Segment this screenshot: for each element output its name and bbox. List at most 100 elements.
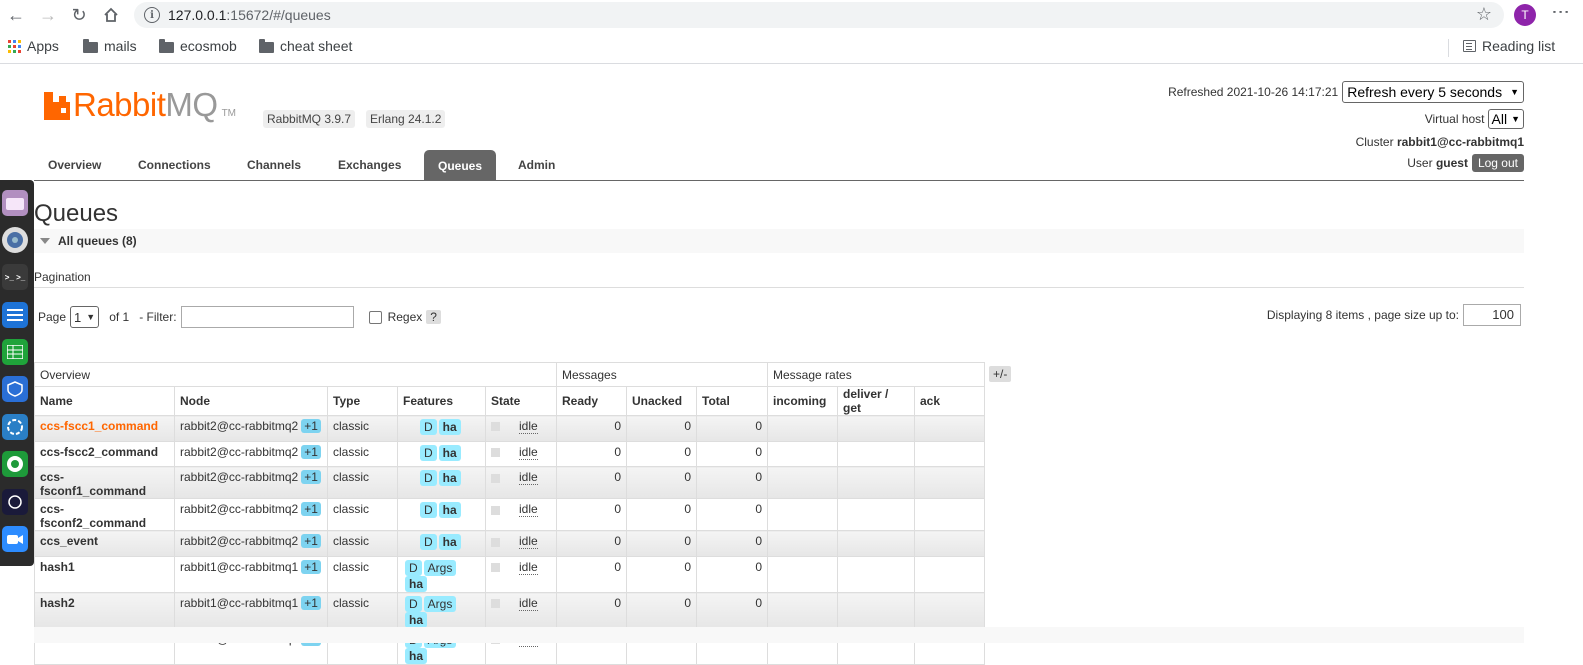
page-select[interactable]: 1 ▼	[70, 306, 100, 328]
home-icon[interactable]	[99, 3, 123, 27]
bookmark-star-icon[interactable]: ☆	[1476, 4, 1492, 25]
features-cell: Dha	[397, 415, 486, 442]
browser-menu-icon[interactable]: ⋮	[1550, 3, 1572, 18]
regex-label: Regex	[387, 310, 423, 324]
queue-name-link[interactable]: ccs-fsconf2_command	[40, 502, 146, 530]
vhost-select[interactable]: All ▼	[1487, 109, 1524, 129]
features-cell: Dha	[397, 466, 486, 500]
refresh-interval-select[interactable]: Refresh every 5 seconds ▼	[1342, 81, 1524, 103]
state-indicator-icon	[491, 505, 500, 515]
col-deliver-get[interactable]: deliver / get	[837, 386, 915, 416]
pagination-label: Pagination	[34, 270, 91, 284]
column-toggle-button[interactable]: +/-	[989, 366, 1012, 382]
col-ack[interactable]: ack	[914, 386, 985, 416]
state-cell: idle	[485, 415, 557, 442]
profile-avatar[interactable]: T	[1514, 4, 1536, 26]
col-unacked[interactable]: Unacked	[626, 386, 697, 416]
feature-badge: ha	[438, 419, 461, 435]
vpn-app-icon[interactable]	[2, 376, 28, 402]
cloud-app-icon[interactable]	[2, 489, 28, 515]
deliver-get-rate-cell	[837, 556, 915, 594]
shutter-app-icon[interactable]	[2, 414, 28, 440]
queue-name-link[interactable]: ccs-fscc2_command	[40, 445, 158, 459]
state-indicator-icon	[491, 422, 500, 432]
queue-name-link[interactable]: hash2	[40, 596, 75, 610]
tab-connections[interactable]: Connections	[138, 158, 211, 172]
address-bar[interactable]: i 127.0.0.1:15672/#/queues ☆	[134, 2, 1504, 28]
col-incoming[interactable]: incoming	[767, 386, 838, 416]
total-cell: 0	[696, 592, 768, 630]
filter-label: - Filter:	[139, 310, 177, 324]
all-queues-section-toggle[interactable]: All queues (8)	[34, 229, 1524, 253]
mirror-count-badge: +1	[301, 560, 321, 575]
forward-icon[interactable]: →	[36, 3, 60, 27]
col-name[interactable]: Name	[34, 386, 175, 416]
queue-type: classic	[333, 560, 370, 575]
queue-name-link[interactable]: ccs-fsconf1_command	[40, 470, 146, 498]
reading-list-button[interactable]: Reading list	[1463, 38, 1555, 54]
rabbitmq-logo[interactable]: Rabbit MQ TM	[44, 86, 236, 123]
tab-admin[interactable]: Admin	[518, 158, 555, 172]
reload-icon[interactable]: ↻	[67, 3, 91, 27]
features-cell: DArgsha	[397, 556, 486, 594]
queue-name-link[interactable]: hash1	[40, 560, 75, 574]
writer-app-icon[interactable]	[2, 302, 28, 328]
zoom-app-icon[interactable]	[2, 526, 28, 552]
erlang-version-badge: Erlang 24.1.2	[366, 110, 446, 128]
queue-name-link[interactable]: ccs_event	[40, 534, 98, 548]
table-column-header: Name Node Type Features State Ready Unac…	[34, 386, 985, 416]
total-cell: 0	[696, 440, 768, 468]
col-features[interactable]: Features	[397, 386, 486, 416]
files-app-icon[interactable]	[2, 190, 28, 216]
node-name: rabbit2@cc-rabbitmq2	[180, 419, 299, 433]
bookmark-apps[interactable]: Apps	[8, 38, 59, 54]
col-state[interactable]: State	[485, 386, 557, 416]
ready-cell: 0	[556, 440, 627, 468]
terminal-app-icon[interactable]: >_ >_	[2, 264, 28, 290]
deliver-get-rate-cell	[837, 440, 915, 468]
col-node[interactable]: Node	[174, 386, 328, 416]
feature-badge: ha	[438, 444, 461, 461]
filter-input[interactable]	[180, 306, 354, 328]
incoming-rate-cell	[767, 466, 838, 500]
bookmark-mails[interactable]: mails	[83, 38, 137, 54]
mirror-count-badge: +1	[301, 534, 321, 549]
queue-type: classic	[333, 470, 370, 485]
calc-app-icon[interactable]	[2, 339, 28, 365]
deliver-get-rate-cell	[837, 415, 915, 442]
regex-checkbox[interactable]	[368, 310, 382, 324]
node-name: rabbit1@cc-rabbitmq1	[180, 560, 299, 575]
state-cell: idle	[485, 592, 557, 630]
queue-name-link[interactable]: ccs-fscc1_command	[40, 419, 158, 433]
col-type[interactable]: Type	[327, 386, 398, 416]
bookmark-ecosmob[interactable]: ecosmob	[159, 38, 237, 54]
group-messages: Messages	[556, 362, 768, 387]
add-queue-section[interactable]	[34, 627, 1524, 643]
divider	[34, 287, 1524, 288]
tab-queues[interactable]: Queues	[424, 150, 497, 181]
bookmark-cheat-sheet[interactable]: cheat sheet	[259, 38, 352, 54]
page-size-input[interactable]: 100	[1463, 304, 1521, 326]
tab-overview[interactable]: Overview	[48, 158, 101, 172]
col-total[interactable]: Total	[696, 386, 768, 416]
deliver-get-rate-cell	[837, 592, 915, 630]
col-ready[interactable]: Ready	[556, 386, 627, 416]
page-count: of 1	[109, 310, 130, 324]
logo-text-rabbit: Rabbit	[73, 86, 166, 123]
site-info-icon[interactable]: i	[144, 7, 160, 23]
ready-cell: 0	[556, 592, 627, 630]
state-text: idle	[519, 419, 538, 434]
feature-badge: ha	[438, 470, 461, 487]
back-icon[interactable]: ←	[4, 3, 28, 27]
unacked-cell: 0	[626, 466, 697, 500]
table-row: ccs-fsconf2_command rabbit2@cc-rabbitmq2 +…	[34, 498, 985, 532]
chrome-app-icon[interactable]	[2, 451, 28, 477]
unacked-cell: 0	[626, 498, 697, 532]
feature-badge: ha	[405, 612, 428, 629]
tab-channels[interactable]: Channels	[247, 158, 301, 172]
tab-exchanges[interactable]: Exchanges	[338, 158, 401, 172]
regex-help-button[interactable]: ?	[426, 310, 441, 324]
page-title: Queues	[34, 200, 119, 227]
ack-rate-cell	[914, 415, 985, 442]
browser-app-icon[interactable]	[2, 227, 28, 253]
